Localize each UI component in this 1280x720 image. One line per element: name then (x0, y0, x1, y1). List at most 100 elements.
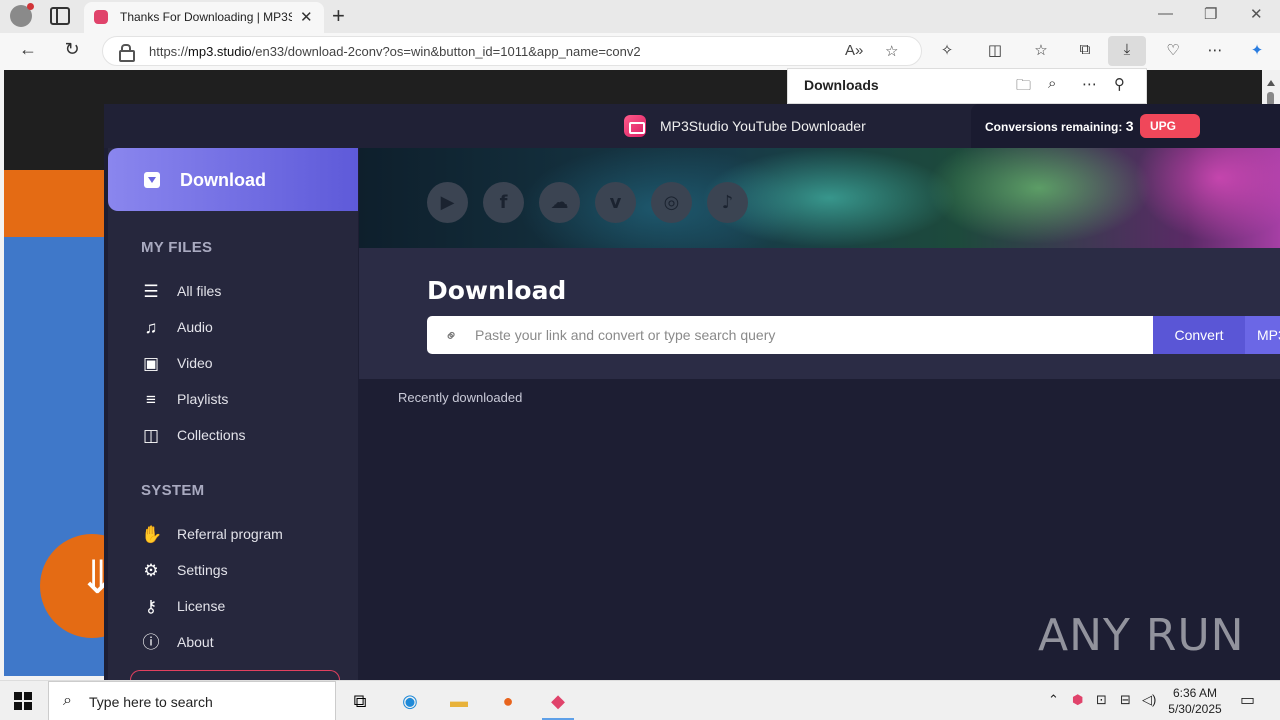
lock-icon[interactable] (119, 44, 135, 62)
volume-icon[interactable]: ◁) (1142, 692, 1156, 708)
sidebar-item-video[interactable]: ▣ Video (141, 351, 341, 377)
tray-mp3studio-icon[interactable]: ⬢ (1072, 692, 1083, 708)
playlist-icon: ≡ (146, 390, 156, 409)
collections-icon[interactable]: ⧉ (1074, 41, 1096, 58)
tray-chevron-icon[interactable]: ⌃ (1048, 692, 1059, 708)
sidebar-item-audio[interactable]: ♫ Audio (141, 315, 341, 341)
link-search-box: ⚭ (427, 316, 1153, 354)
pin-icon[interactable]: ⚲ (1114, 75, 1125, 93)
sidebar-item-about[interactable]: ⓘ About (141, 630, 341, 656)
minimize-icon[interactable]: — (1158, 5, 1173, 22)
restore-icon[interactable]: ❐ (1204, 5, 1217, 23)
sidebar-item-label: License (177, 598, 226, 614)
app-title: MP3Studio YouTube Downloader (660, 118, 866, 134)
info-icon: ⓘ (142, 633, 160, 652)
sidebar-item-playlists[interactable]: ≡ Playlists (141, 387, 341, 413)
sidebar-item-label: Audio (177, 319, 213, 335)
tab-favicon-icon (94, 10, 108, 24)
start-windows-icon[interactable] (14, 692, 32, 710)
back-icon[interactable]: ← (16, 39, 40, 60)
taskbar-search-text: Type here to search (89, 694, 213, 710)
read-aloud-icon[interactable]: A» (845, 42, 863, 59)
sidebar: Download MY FILES ☰ All files ♫ Audio ▣ … (108, 148, 358, 690)
tab-title: Thanks For Downloading | MP3S (120, 10, 292, 24)
clock-date: 5/30/2025 (1168, 702, 1222, 716)
system-heading: SYSTEM (141, 482, 205, 499)
new-tab-button[interactable]: + (332, 3, 345, 29)
profile-avatar[interactable] (10, 3, 34, 27)
page-orange-block (4, 170, 104, 237)
edge-icon[interactable]: ◉ (386, 681, 434, 720)
mp3studio-window: MP3Studio YouTube Downloader — Download … (104, 104, 1280, 690)
convert-button[interactable]: Convert (1153, 316, 1245, 354)
favorite-star-icon[interactable]: ☆ (885, 42, 898, 60)
anyrun-watermark: ANY RUN (1038, 610, 1245, 661)
tiktok-icon[interactable]: ♪ (707, 182, 748, 223)
collections-icon: ◫ (142, 426, 160, 445)
address-bar[interactable]: https://mp3.studio/en33/download-2conv?o… (102, 36, 922, 66)
youtube-icon[interactable]: ▶ (427, 182, 468, 223)
refresh-icon[interactable]: ↻ (60, 39, 84, 60)
tab-close-icon[interactable]: ✕ (300, 8, 313, 26)
tab-actions-icon[interactable] (50, 7, 70, 25)
open-folder-icon[interactable]: 🗀 (1016, 75, 1031, 100)
sidebar-item-label: Settings (177, 562, 228, 578)
sidebar-item-label: Video (177, 355, 213, 371)
handshake-icon: ✋ (141, 525, 163, 544)
file-explorer-icon[interactable]: ▬ (435, 681, 483, 720)
conversions-text: Conversions remaining: 3 (985, 118, 1134, 134)
audio-icon: ♫ (144, 318, 158, 337)
download-box-icon (144, 172, 160, 188)
format-dropdown[interactable]: MP3 (1245, 316, 1280, 354)
link-search-input[interactable] (475, 325, 1135, 345)
download-heading: Download (427, 276, 567, 305)
scroll-up-icon[interactable] (1267, 80, 1275, 86)
copilot-icon[interactable]: ✦ (1246, 41, 1268, 59)
browser-tab[interactable]: Thanks For Downloading | MP3S ✕ (84, 2, 324, 33)
downloads-title: Downloads (804, 77, 879, 93)
more-menu-icon[interactable]: ⋯ (1204, 41, 1226, 59)
my-files-heading: MY FILES (141, 239, 213, 256)
sidebar-item-collections[interactable]: ◫ Collections (141, 423, 341, 449)
tab-strip: Thanks For Downloading | MP3S ✕ + — ❐ ✕ (0, 0, 1280, 33)
sidebar-item-label: Referral program (177, 526, 283, 542)
split-screen-icon[interactable]: ◫ (984, 41, 1006, 59)
close-window-icon[interactable]: ✕ (1250, 5, 1263, 23)
extensions-icon[interactable]: ✧ (936, 41, 958, 59)
search-downloads-icon[interactable]: ⌕ (1048, 75, 1056, 92)
instagram-icon[interactable]: ◎ (651, 182, 692, 223)
download-section: Download ⚭ Convert MP3 (359, 248, 1280, 379)
favorites-icon[interactable]: ☆ (1030, 41, 1052, 59)
upgrade-button[interactable]: UPG (1140, 114, 1200, 138)
taskbar: ⌕ Type here to search ⧉ ◉ ▬ ● ◆ ⌃ ⬢ ⊡ ⊟ … (0, 680, 1280, 720)
link-icon: ⚭ (441, 325, 463, 348)
app-logo-icon (624, 115, 646, 137)
address-bar-row: ← ↻ https://mp3.studio/en33/download-2co… (0, 33, 1280, 70)
network-icon[interactable]: ⊟ (1120, 692, 1131, 708)
facebook-icon[interactable]: f (483, 182, 524, 223)
taskbar-search[interactable]: ⌕ Type here to search (48, 681, 336, 720)
conversions-count: 3 (1125, 118, 1134, 134)
downloads-panel: Downloads 🗀 ⌕ ⋯ ⚲ (787, 68, 1147, 104)
clock[interactable]: 6:36 AM 5/30/2025 (1160, 685, 1230, 717)
sidebar-item-download[interactable]: Download (108, 148, 358, 211)
notifications-icon[interactable]: ▭ (1240, 690, 1255, 710)
search-icon: ⌕ (63, 692, 72, 709)
sidebar-item-settings[interactable]: ⚙ Settings (141, 558, 341, 584)
tray-app-icon[interactable]: ⊡ (1096, 692, 1107, 708)
downloads-more-icon[interactable]: ⋯ (1082, 75, 1097, 93)
mp3studio-taskbar-icon[interactable]: ◆ (534, 681, 582, 720)
sidebar-item-referral[interactable]: ✋ Referral program (141, 522, 341, 548)
browser-essentials-icon[interactable]: ♡ (1162, 41, 1184, 59)
sidebar-item-license[interactable]: ⚷ License (141, 594, 341, 620)
url-text: https://mp3.studio/en33/download-2conv?o… (149, 44, 641, 59)
task-view-icon[interactable]: ⧉ (336, 681, 384, 720)
gear-icon: ⚙ (143, 561, 159, 580)
sidebar-item-label: All files (177, 283, 222, 299)
vimeo-icon[interactable]: v (595, 182, 636, 223)
firefox-icon[interactable]: ● (484, 681, 532, 720)
download-icon[interactable]: ⤓ (1116, 41, 1138, 58)
sidebar-item-all-files[interactable]: ☰ All files (141, 279, 341, 305)
soundcloud-icon[interactable]: ☁ (539, 182, 580, 223)
sidebar-download-label: Download (180, 170, 266, 190)
